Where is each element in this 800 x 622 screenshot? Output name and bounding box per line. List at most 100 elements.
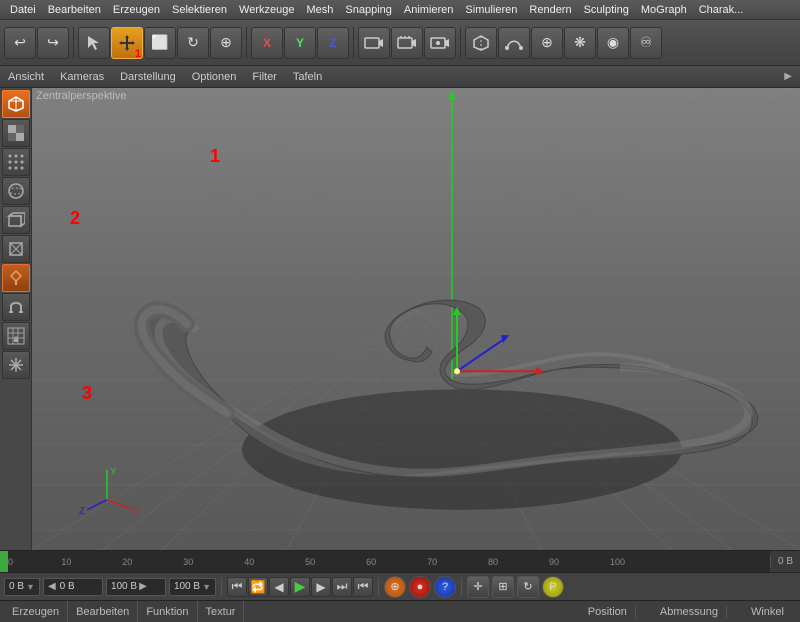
3d-scene-svg: Y X Z: [32, 88, 800, 550]
timeline: 0 10 20 30 40 50 60 70 80 90 100 0 B: [0, 550, 800, 572]
viewport-toolbar: Ansicht Kameras Darstellung Optionen Fil…: [0, 66, 800, 88]
playbar-field2[interactable]: ◀ 0 B: [43, 578, 103, 596]
playbar-sep1: [221, 578, 222, 596]
play-button[interactable]: ▶: [290, 577, 310, 597]
generator-button[interactable]: ⊕: [531, 27, 563, 59]
next-frame-button[interactable]: ▶: [311, 577, 331, 597]
scale-button[interactable]: ⊕: [210, 27, 242, 59]
next-key-button[interactable]: ⏭: [332, 577, 352, 597]
sb-box-btn[interactable]: [2, 206, 30, 234]
z-axis-button[interactable]: Z: [317, 27, 349, 59]
menu-rendern[interactable]: Rendern: [523, 4, 577, 16]
menu-simulieren[interactable]: Simulieren: [459, 4, 523, 16]
viewport-canvas[interactable]: Y X Z 1 2 3: [32, 88, 800, 550]
field-button[interactable]: ♾: [630, 27, 662, 59]
playbar-field1-arrow[interactable]: ▼: [26, 582, 35, 592]
tl-mark-20: 20: [122, 551, 132, 572]
tl-mark-40: 40: [244, 551, 254, 572]
view-menu[interactable]: Ansicht: [4, 71, 48, 83]
bb-right-section: Position Abmessung Winkel: [580, 606, 796, 618]
tl-mark-30: 30: [183, 551, 193, 572]
menu-mesh[interactable]: Mesh: [300, 4, 339, 16]
menu-sculpting[interactable]: Sculpting: [578, 4, 635, 16]
rotate-button[interactable]: ↻: [177, 27, 209, 59]
sb-checker-btn[interactable]: [2, 119, 30, 147]
cameras-menu[interactable]: Kameras: [56, 71, 108, 83]
rb-render-button[interactable]: P: [542, 576, 564, 598]
playbar-field1[interactable]: 0 B ▼: [4, 578, 40, 596]
main-toolbar: ↩ ↪ 1 ⬜ ↻ ⊕ X Y Z: [0, 20, 800, 66]
rb-refresh-button[interactable]: ↻: [517, 576, 539, 598]
go-end-button[interactable]: ⏮: [353, 577, 373, 597]
panels-menu[interactable]: Tafeln: [289, 71, 326, 83]
playbar-field3[interactable]: 100 B ▶: [106, 578, 166, 596]
toolbar2-expand-arrow[interactable]: ▶: [780, 71, 796, 82]
rb-move-button[interactable]: ✛: [467, 576, 489, 598]
sb-floor-btn[interactable]: [2, 264, 30, 292]
playbar-field2-arrow-left[interactable]: ◀: [48, 581, 56, 592]
effector-button[interactable]: ◉: [597, 27, 629, 59]
undo-redo-group: ↩ ↪: [4, 27, 74, 59]
tl-mark-70: 70: [427, 551, 437, 572]
select-tool-button[interactable]: [78, 27, 110, 59]
menu-snapping[interactable]: Snapping: [339, 4, 398, 16]
loop-button[interactable]: 🔁: [248, 577, 268, 597]
sb-gridlock-btn[interactable]: [2, 322, 30, 350]
bb-funktion[interactable]: Funktion: [146, 606, 188, 618]
playbar-field3-arrow-right[interactable]: ▶: [139, 581, 147, 592]
options-menu[interactable]: Optionen: [188, 71, 241, 83]
menu-werkzeuge[interactable]: Werkzeuge: [233, 4, 300, 16]
viewport[interactable]: Zentralperspektive: [32, 88, 800, 550]
redo-button[interactable]: ↪: [37, 27, 69, 59]
prev-frame-button[interactable]: ◀: [269, 577, 289, 597]
undo-button[interactable]: ↩: [4, 27, 36, 59]
y-axis-button[interactable]: Y: [284, 27, 316, 59]
rb-orange-button[interactable]: ⊕: [384, 576, 406, 598]
playback-bar: 0 B ▼ ◀ 0 B 100 B ▶ 100 B ▼ ⏮ 🔁 ◀ ▶ ▶ ⏭ …: [0, 572, 800, 600]
timeline-track[interactable]: 0 10 20 30 40 50 60 70 80 90 100: [8, 551, 770, 572]
timeline-end-label: 0 B: [770, 556, 800, 567]
sb-grid-btn[interactable]: [2, 148, 30, 176]
camera3-button[interactable]: [424, 27, 456, 59]
move-tool-button[interactable]: 1: [111, 27, 143, 59]
menu-charak[interactable]: Charak...: [693, 4, 750, 16]
filter-menu[interactable]: Filter: [248, 71, 280, 83]
rotate-scale-button[interactable]: ⬜: [144, 27, 176, 59]
bb-erzeugen[interactable]: Erzeugen: [12, 606, 59, 618]
rb-help-button[interactable]: ?: [434, 576, 456, 598]
menu-bearbeiten[interactable]: Bearbeiten: [42, 4, 107, 16]
primitives-group: ⊕ ❋ ◉ ♾: [465, 27, 666, 59]
playbar-field3-value: 100 B: [111, 581, 137, 592]
bb-erzeugen-section: Erzeugen: [4, 601, 68, 622]
bb-textur-section: Textur: [198, 601, 245, 622]
playbar-field4-arrow[interactable]: ▼: [202, 582, 211, 592]
tl-mark-100: 100: [610, 551, 625, 572]
bb-bearbeiten[interactable]: Bearbeiten: [76, 606, 129, 618]
sb-sphere-btn[interactable]: [2, 177, 30, 205]
menu-mograph[interactable]: MoGraph: [635, 4, 693, 16]
menu-selektieren[interactable]: Selektieren: [166, 4, 233, 16]
camera-group: [358, 27, 461, 59]
menu-animieren[interactable]: Animieren: [398, 4, 460, 16]
bb-bearbeiten-section: Bearbeiten: [68, 601, 138, 622]
rb-layout-button[interactable]: ⊞: [492, 576, 514, 598]
sb-cube-btn[interactable]: [2, 90, 30, 118]
tl-mark-90: 90: [549, 551, 559, 572]
menu-datei[interactable]: Datei: [4, 4, 42, 16]
bb-textur[interactable]: Textur: [206, 606, 236, 618]
deformer-button[interactable]: ❋: [564, 27, 596, 59]
go-start-button[interactable]: ⏮: [227, 577, 247, 597]
menu-erzeugen[interactable]: Erzeugen: [107, 4, 166, 16]
bezier-button[interactable]: [498, 27, 530, 59]
x-axis-button[interactable]: X: [251, 27, 283, 59]
sb-particle-btn[interactable]: [2, 351, 30, 379]
camera1-button[interactable]: [358, 27, 390, 59]
sb-cube2-btn[interactable]: [2, 235, 30, 263]
playbar-field4[interactable]: 100 B ▼: [169, 578, 216, 596]
display-menu[interactable]: Darstellung: [116, 71, 180, 83]
sb-magnet-btn[interactable]: [2, 293, 30, 321]
cube-primitive-button[interactable]: [465, 27, 497, 59]
tl-mark-0: 0: [8, 551, 13, 572]
camera2-button[interactable]: [391, 27, 423, 59]
rb-red-button[interactable]: ●: [409, 576, 431, 598]
